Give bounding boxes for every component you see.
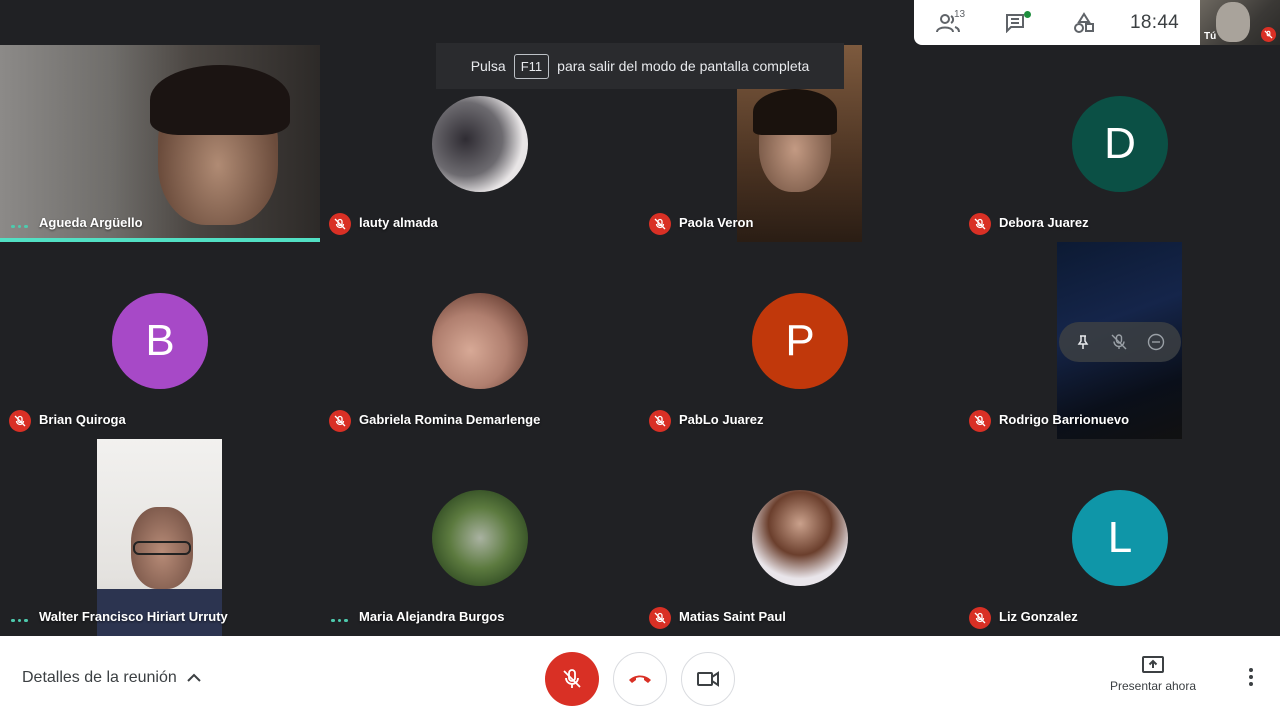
mic-off-icon (969, 607, 991, 629)
audio-level-indicator (331, 618, 348, 622)
profile-photo (432, 490, 528, 586)
mic-off-icon (649, 410, 671, 432)
mic-off-icon (9, 410, 31, 432)
top-controls: 13 18:44 (914, 0, 1200, 45)
mic-off-icon (329, 213, 351, 235)
participant-name: Paola Veron (679, 215, 754, 230)
audio-level-indicator (11, 224, 28, 228)
mic-off-icon (563, 669, 581, 688)
hair-shape (753, 89, 837, 135)
video-camera-icon (697, 671, 719, 687)
avatar-initial: B (145, 316, 175, 365)
self-view[interactable]: Tú (1200, 0, 1280, 45)
self-view-video (1216, 2, 1250, 42)
pin-button[interactable] (1075, 334, 1091, 350)
toast-key: F11 (513, 53, 550, 79)
participant-name: PabLo Juarez (679, 412, 764, 427)
toast-prefix: Pulsa (470, 58, 506, 74)
fullscreen-toast: Pulsa F11 para salir del modo de pantall… (436, 43, 844, 89)
participant-name: Debora Juarez (999, 215, 1089, 230)
participant-tile[interactable]: L Liz Gonzalez (960, 439, 1280, 636)
hang-up-icon (629, 675, 651, 683)
meeting-details-label: Detalles de la reunión (22, 669, 177, 686)
participant-name: Liz Gonzalez (999, 609, 1078, 624)
chat-unread-dot (1024, 11, 1031, 18)
participant-video (97, 439, 222, 636)
participant-name: Walter Francisco Hiriart Urruty (39, 609, 228, 624)
participant-tile[interactable]: Agueda Argüello (0, 45, 320, 242)
mic-off-icon (1261, 27, 1276, 42)
camera-toggle-button[interactable] (681, 652, 735, 706)
mic-off-icon (969, 213, 991, 235)
more-vertical-icon (1249, 668, 1253, 686)
participant-video (0, 45, 320, 242)
participant-tile[interactable]: Rodrigo Barrionuevo (960, 242, 1280, 439)
participant-tile[interactable]: B Brian Quiroga (0, 242, 320, 439)
present-now-button[interactable]: Presentar ahora (1100, 656, 1206, 693)
chat-button[interactable] (982, 0, 1050, 45)
avatar-initial: P (785, 316, 815, 365)
avatar-initial: D (1104, 119, 1136, 168)
initial-avatar: D (1072, 96, 1168, 192)
participant-name: Gabriela Romina Demarlenge (359, 412, 541, 427)
initial-avatar: L (1072, 490, 1168, 586)
glasses-shape (133, 541, 191, 555)
participant-name: Matias Saint Paul (679, 609, 786, 624)
profile-photo (432, 96, 528, 192)
participant-name: Agueda Argüello (39, 215, 143, 230)
tile-hover-controls (1059, 322, 1181, 362)
mic-off-icon (969, 410, 991, 432)
toast-suffix: para salir del modo de pantalla completa (557, 58, 810, 74)
participant-tile[interactable]: Maria Alejandra Burgos (320, 439, 640, 636)
microphone-toggle-button[interactable] (545, 652, 599, 706)
participant-name: Rodrigo Barrionuevo (999, 412, 1130, 427)
bottom-bar: Detalles de la reunión Presentar ahora (0, 636, 1280, 719)
participant-name: Brian Quiroga (39, 412, 126, 427)
shapes-icon (1074, 11, 1094, 33)
participant-tile[interactable]: Matias Saint Paul (640, 439, 960, 636)
hair-shape (150, 65, 290, 135)
participants-count: 13 (954, 9, 966, 20)
chevron-up-icon (187, 673, 201, 682)
participant-name: lauty almada (359, 215, 438, 230)
remove-participant-button[interactable] (1147, 333, 1165, 351)
participant-name: Maria Alejandra Burgos (359, 609, 505, 624)
clock: 18:44 (1130, 11, 1180, 33)
people-button[interactable]: 13 (914, 0, 982, 45)
mic-off-icon (329, 410, 351, 432)
leave-call-button[interactable] (613, 652, 667, 706)
present-screen-icon (1142, 656, 1164, 673)
self-label: Tú (1204, 31, 1217, 42)
pin-icon (1077, 335, 1089, 349)
meeting-details-button[interactable]: Detalles de la reunión (22, 669, 201, 687)
participant-tile[interactable]: D Debora Juarez (960, 45, 1280, 242)
initial-avatar: P (752, 293, 848, 389)
participant-tile[interactable]: Walter Francisco Hiriart Urruty (0, 439, 320, 636)
participant-tile[interactable]: Gabriela Romina Demarlenge (320, 242, 640, 439)
profile-photo (752, 490, 848, 586)
more-options-button[interactable] (1240, 666, 1262, 688)
participant-tile[interactable]: P PabLo Juarez (640, 242, 960, 439)
mic-off-icon (1111, 334, 1127, 350)
audio-level-indicator (11, 618, 28, 622)
mic-off-icon (649, 213, 671, 235)
remove-circle-icon (1148, 333, 1165, 351)
mute-participant-button[interactable] (1110, 333, 1128, 351)
avatar-initial: L (1107, 513, 1133, 562)
profile-photo (432, 293, 528, 389)
activities-button[interactable] (1050, 0, 1118, 45)
present-now-label: Presentar ahora (1109, 679, 1197, 693)
mic-off-icon (649, 607, 671, 629)
initial-avatar: B (112, 293, 208, 389)
